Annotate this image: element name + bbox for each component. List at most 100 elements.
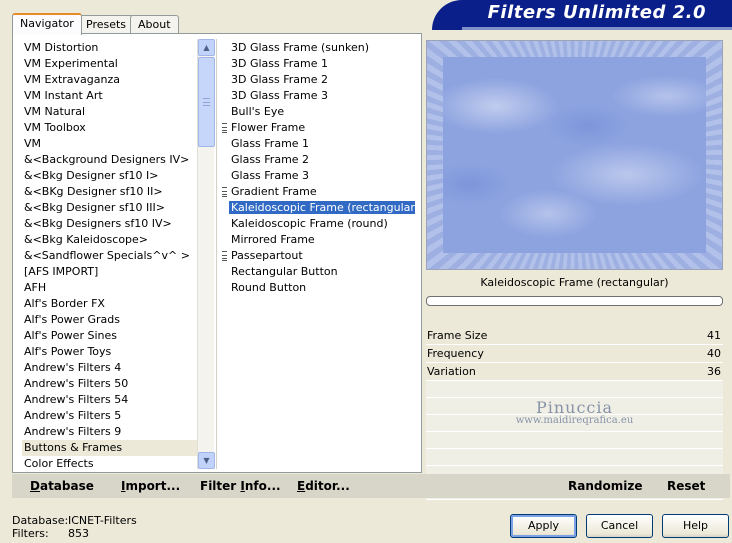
filter-item[interactable]: Kaleidoscopic Frame (rectangular)	[219, 200, 415, 216]
filter-item[interactable]: Glass Frame 1	[219, 136, 415, 152]
filter-item-label: Flower Frame	[231, 121, 306, 134]
slider-variation[interactable]: Variation 36	[426, 363, 723, 381]
button-label: ditor...	[305, 479, 350, 493]
grip-icon	[222, 251, 227, 261]
scroll-up-button[interactable]: ▲	[198, 39, 215, 56]
randomize-button[interactable]: Randomize	[568, 479, 642, 493]
database-status-value: ICNET-Filters	[68, 514, 137, 527]
filter-item[interactable]: Round Button	[219, 280, 415, 296]
help-button[interactable]: Help	[662, 514, 729, 538]
status-area: Database:ICNET-Filters Filters: 853	[12, 514, 137, 540]
category-item[interactable]: Andrew's Filters 5	[22, 408, 206, 424]
cancel-button[interactable]: Cancel	[586, 514, 653, 538]
category-item[interactable]: Color Effects	[22, 456, 206, 470]
category-item[interactable]: VM Toolbox	[22, 120, 206, 136]
empty-slider-row	[426, 432, 723, 449]
empty-slider-row	[426, 449, 723, 466]
category-item[interactable]: VM Experimental	[22, 56, 206, 72]
filter-info-button[interactable]: Filter Info...	[200, 479, 281, 493]
slider-value: 41	[707, 329, 721, 342]
filter-item[interactable]: 3D Glass Frame 3	[219, 88, 415, 104]
slider-frame-size[interactable]: Frame Size 41	[426, 327, 723, 345]
filter-item-label: 3D Glass Frame 2	[231, 73, 329, 86]
filter-item-label: Glass Frame 2	[231, 153, 310, 166]
category-item[interactable]: VM Natural	[22, 104, 206, 120]
brand-banner: Filters Unlimited 2.0	[432, 0, 732, 30]
category-item[interactable]: [AFS IMPORT]	[22, 264, 206, 280]
grip-icon	[222, 123, 227, 133]
editor-button[interactable]: Editor...	[297, 479, 350, 493]
slider-frequency[interactable]: Frequency 40	[426, 345, 723, 363]
category-item[interactable]: &<Background Designers IV>	[22, 152, 206, 168]
category-item[interactable]: &<Bkg Designer sf10 I>	[22, 168, 206, 184]
empty-slider-row	[426, 381, 723, 398]
filter-item[interactable]: Glass Frame 2	[219, 152, 415, 168]
category-scrollbar[interactable]: ▲ ▼	[197, 39, 215, 469]
category-item[interactable]: &<Sandflower Specials^v^ >	[22, 248, 206, 264]
category-item[interactable]: &<Bkg Designers sf10 IV>	[22, 216, 206, 232]
category-item[interactable]: VM Instant Art	[22, 88, 206, 104]
apply-button[interactable]: Apply	[510, 514, 577, 538]
navigator-panel: VM Distortion VM Experimental VM Extravaga…	[12, 33, 422, 473]
filter-item[interactable]: Gradient Frame	[219, 184, 415, 200]
category-list[interactable]: VM Distortion VM Experimental VM Extravaga…	[22, 40, 206, 470]
tab-navigator[interactable]: Navigator	[12, 13, 82, 35]
filter-item-label: 3D Glass Frame 1	[231, 57, 329, 70]
category-item[interactable]: Alf's Border FX	[22, 296, 206, 312]
filter-list[interactable]: 3D Glass Frame (sunken) 3D Glass Frame 1 3…	[219, 40, 415, 470]
filters-count-label: Filters:	[12, 527, 49, 540]
filter-item-label: Kaleidoscopic Frame (round)	[231, 217, 388, 230]
filter-item[interactable]: 3D Glass Frame (sunken)	[219, 40, 415, 56]
filter-item-label: Glass Frame 3	[231, 169, 310, 182]
grip-icon	[222, 187, 227, 197]
category-item[interactable]: Alf's Power Toys	[22, 344, 206, 360]
category-item[interactable]: Alf's Power Sines	[22, 328, 206, 344]
import-button[interactable]: Import...	[121, 479, 180, 493]
category-item[interactable]: Andrew's Filters 50	[22, 376, 206, 392]
filter-item[interactable]: Kaleidoscopic Frame (round)	[219, 216, 415, 232]
filter-item-label: Gradient Frame	[231, 185, 317, 198]
filters-count-value: 853	[68, 527, 89, 540]
filter-item[interactable]: Glass Frame 3	[219, 168, 415, 184]
filter-item-label: Round Button	[231, 281, 307, 294]
category-item[interactable]: &<Bkg Designer sf10 III>	[22, 200, 206, 216]
progress-bar	[426, 296, 723, 306]
filter-item[interactable]: Bull's Eye	[219, 104, 415, 120]
filter-item-label: 3D Glass Frame 3	[231, 89, 329, 102]
category-item[interactable]: Andrew's Filters 54	[22, 392, 206, 408]
reset-button[interactable]: Reset	[667, 479, 705, 493]
category-item[interactable]: VM	[22, 136, 206, 152]
current-filter-name: Kaleidoscopic Frame (rectangular)	[480, 276, 669, 289]
category-item[interactable]: &<Bkg Kaleidoscope>	[22, 232, 206, 248]
scroll-thumb[interactable]	[198, 57, 215, 147]
category-item[interactable]: VM Extravaganza	[22, 72, 206, 88]
preview-frame-center	[443, 57, 706, 253]
filter-item-label: Mirrored Frame	[231, 233, 315, 246]
accel-key: D	[30, 479, 40, 493]
slider-value: 36	[707, 365, 721, 378]
category-item[interactable]: VM Distortion	[22, 40, 206, 56]
filter-item[interactable]: Rectangular Button	[219, 264, 415, 280]
category-item[interactable]: Andrew's Filters 9	[22, 424, 206, 440]
filter-item[interactable]: Mirrored Frame	[219, 232, 415, 248]
category-item[interactable]: Andrew's Filters 4	[22, 360, 206, 376]
category-item[interactable]: Buttons & Frames	[22, 440, 206, 456]
category-item[interactable]: &<BKg Designer sf10 II>	[22, 184, 206, 200]
category-item[interactable]: Alf's Power Grads	[22, 312, 206, 328]
watermark-url: www.maidireqrafica.eu	[515, 415, 634, 426]
button-label: nfo...	[244, 479, 281, 493]
tab-about[interactable]: About	[130, 15, 179, 34]
filter-item[interactable]: Passepartout	[219, 248, 415, 264]
filter-item[interactable]: 3D Glass Frame 1	[219, 56, 415, 72]
category-item[interactable]: AFH	[22, 280, 206, 296]
database-status-label: Database:	[12, 514, 69, 527]
filter-item[interactable]: Flower Frame	[219, 120, 415, 136]
grip-icon	[203, 98, 210, 106]
filter-item[interactable]: 3D Glass Frame 2	[219, 72, 415, 88]
database-button[interactable]: Database	[30, 479, 94, 493]
brand-stripe	[462, 27, 732, 30]
scroll-down-button[interactable]: ▼	[198, 452, 215, 469]
button-label: atabase	[39, 479, 94, 493]
tab-presets[interactable]: Presets	[78, 15, 135, 34]
watermark: Pinuccia www.maidireqrafica.eu	[426, 398, 723, 426]
